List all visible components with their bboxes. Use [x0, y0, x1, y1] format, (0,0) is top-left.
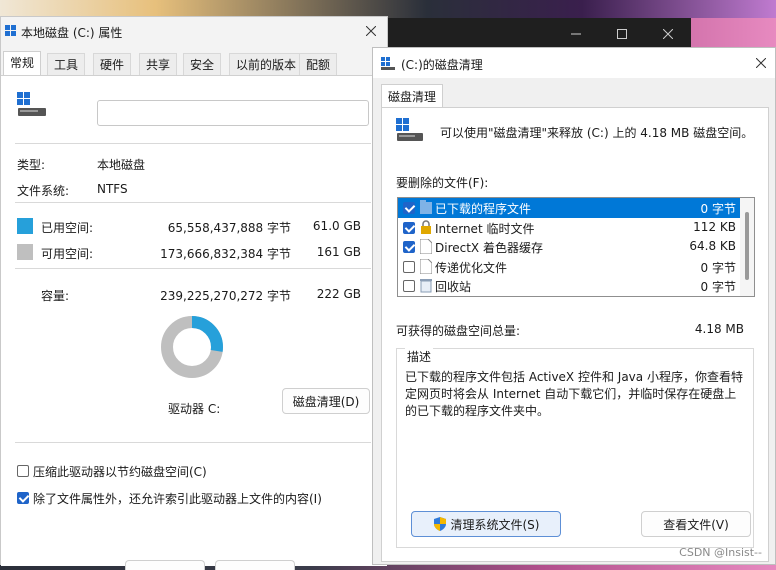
- file-list-item[interactable]: DirectX 着色器缓存 64.8 KB: [398, 237, 740, 257]
- total-space-value: 4.18 MB: [694, 322, 744, 336]
- cleanup-close-button[interactable]: [753, 55, 769, 71]
- free-space-bytes: 173,666,832,384 字节: [160, 247, 291, 261]
- capacity-bytes: 239,225,270,272 字节: [160, 289, 291, 303]
- drive-properties-window: 本地磁盘 (C:) 属性 常规 工具 硬件 共享 安全 以前的版本 配额 类型:…: [0, 16, 388, 570]
- scrollbar-thumb[interactable]: [745, 212, 749, 280]
- compress-checkbox[interactable]: [17, 465, 29, 477]
- disk-usage-donut: [161, 316, 223, 378]
- close-button[interactable]: [645, 18, 691, 50]
- cancel-button[interactable]: [215, 560, 295, 570]
- tab-tools[interactable]: 工具: [47, 53, 86, 75]
- tab-disk-cleanup[interactable]: 磁盘清理: [381, 84, 444, 108]
- file-item-checkbox[interactable]: [403, 260, 415, 273]
- cleanup-titlebar: (C:)的磁盘清理: [373, 48, 775, 78]
- file-list-item[interactable]: 回收站 0 字节: [398, 276, 740, 296]
- tab-hardware[interactable]: 硬件: [93, 53, 132, 75]
- divider: [15, 268, 371, 269]
- background-window-titlebar: [385, 18, 691, 50]
- description-title: 描述: [405, 348, 434, 365]
- free-space-swatch: [17, 244, 33, 260]
- drive-large-icon: [17, 92, 46, 116]
- disk-cleanup-button[interactable]: 磁盘清理(D): [282, 388, 370, 414]
- file-item-size: 64.8 KB: [689, 239, 736, 253]
- cleanup-system-files-label: 清理系统文件(S): [450, 517, 540, 532]
- file-item-checkbox[interactable]: [403, 202, 415, 214]
- file-item-name: 传递优化文件: [435, 260, 508, 275]
- general-tab-content: 类型: 本地磁盘 文件系统: NTFS 已用空间: 65,558,437,888…: [1, 75, 387, 570]
- properties-title: 本地磁盘 (C:) 属性: [21, 26, 123, 40]
- description-group: 描述 已下载的程序文件包括 ActiveX 控件和 Java 小程序，你查看特定…: [396, 348, 754, 548]
- file-item-checkbox[interactable]: [403, 241, 415, 253]
- drive-large-icon: [396, 118, 423, 141]
- fs-label: 文件系统:: [17, 184, 70, 198]
- file-item-name: 回收站: [435, 280, 472, 294]
- file-item-checkbox[interactable]: [403, 221, 415, 234]
- maximize-button[interactable]: [599, 18, 645, 50]
- type-label: 类型:: [17, 158, 46, 172]
- description-text: 已下载的程序文件包括 ActiveX 控件和 Java 小程序，你查看特定网页时…: [405, 370, 743, 418]
- tab-general[interactable]: 常规: [3, 51, 42, 75]
- fs-value: NTFS: [97, 182, 128, 196]
- index-checkbox[interactable]: [17, 492, 29, 504]
- minimize-button[interactable]: [553, 18, 599, 50]
- files-to-delete-list[interactable]: 已下载的程序文件 0 字节 Internet 临时文件 112 KB DirectX 着…: [397, 197, 755, 297]
- file-list-item[interactable]: Internet 临时文件 112 KB: [398, 218, 740, 238]
- properties-titlebar: 本地磁盘 (C:) 属性: [1, 17, 387, 47]
- minimize-icon: [571, 33, 581, 35]
- tab-sharing[interactable]: 共享: [139, 53, 178, 75]
- type-value: 本地磁盘: [97, 158, 146, 172]
- file-item-name: Internet 临时文件: [435, 221, 535, 236]
- cleanup-intro: 可以使用"磁盘清理"来释放 (C:) 上的 4.18 MB 磁盘空间。: [440, 126, 754, 140]
- compress-label: 压缩此驱动器以节约磁盘空间(C): [33, 465, 207, 479]
- capacity-label: 容量:: [41, 289, 70, 303]
- file-item-name: 已下载的程序文件: [435, 202, 532, 216]
- cleanup-app-icon: [381, 57, 395, 70]
- divider: [15, 202, 371, 203]
- used-space-bytes: 65,558,437,888 字节: [167, 221, 291, 235]
- free-space-label: 可用空间:: [41, 247, 94, 261]
- view-files-button[interactable]: 查看文件(V): [641, 511, 751, 537]
- maximize-icon: [617, 29, 627, 39]
- ok-button[interactable]: [125, 560, 205, 570]
- drive-label: 驱动器 C:: [168, 402, 221, 416]
- file-item-checkbox[interactable]: [403, 280, 415, 292]
- cleanup-tab-content: 可以使用"磁盘清理"来释放 (C:) 上的 4.18 MB 磁盘空间。 要删除的…: [381, 107, 769, 562]
- file-item-size: 0 字节: [700, 260, 736, 275]
- list-scrollbar[interactable]: [740, 198, 754, 296]
- properties-tabs: 常规 工具 硬件 共享 安全 以前的版本 配额: [1, 51, 387, 77]
- disk-cleanup-window: (C:)的磁盘清理 磁盘清理 可以使用"磁盘清理"来释放 (C:) 上的 4.1…: [372, 47, 776, 565]
- total-space-label: 可获得的磁盘空间总量:: [396, 324, 521, 338]
- file-item-size: 0 字节: [700, 202, 736, 216]
- drive-icon: [5, 25, 16, 36]
- file-item-size: 112 KB: [693, 219, 736, 234]
- drive-name-input[interactable]: [97, 100, 369, 126]
- cleanup-system-files-button[interactable]: 清理系统文件(S): [411, 511, 561, 537]
- file-item-name: DirectX 着色器缓存: [435, 241, 543, 255]
- close-icon: [663, 29, 673, 39]
- file-item-size: 0 字节: [700, 280, 736, 294]
- file-list-item[interactable]: 传递优化文件 0 字节: [398, 257, 740, 277]
- divider: [15, 442, 371, 443]
- tab-security[interactable]: 安全: [183, 53, 222, 75]
- used-space-label: 已用空间:: [41, 221, 94, 235]
- divider: [15, 143, 371, 144]
- tab-quota[interactable]: 配额: [299, 53, 338, 75]
- tab-previous-versions[interactable]: 以前的版本: [229, 53, 304, 75]
- capacity-size: 222 GB: [316, 287, 361, 301]
- properties-close-button[interactable]: [363, 23, 379, 39]
- cleanup-title: (C:)的磁盘清理: [401, 58, 483, 72]
- used-space-swatch: [17, 218, 33, 234]
- free-space-size: 161 GB: [316, 245, 361, 259]
- close-icon: [366, 26, 376, 36]
- file-list-item[interactable]: 已下载的程序文件 0 字节: [398, 198, 740, 218]
- shield-icon: [433, 517, 446, 531]
- close-icon: [756, 58, 766, 68]
- watermark: CSDN @Insist--: [679, 546, 762, 559]
- used-space-size: 61.0 GB: [312, 219, 361, 233]
- files-label: 要删除的文件(F):: [396, 176, 489, 190]
- index-label: 除了文件属性外，还允许索引此驱动器上文件的内容(I): [33, 492, 322, 506]
